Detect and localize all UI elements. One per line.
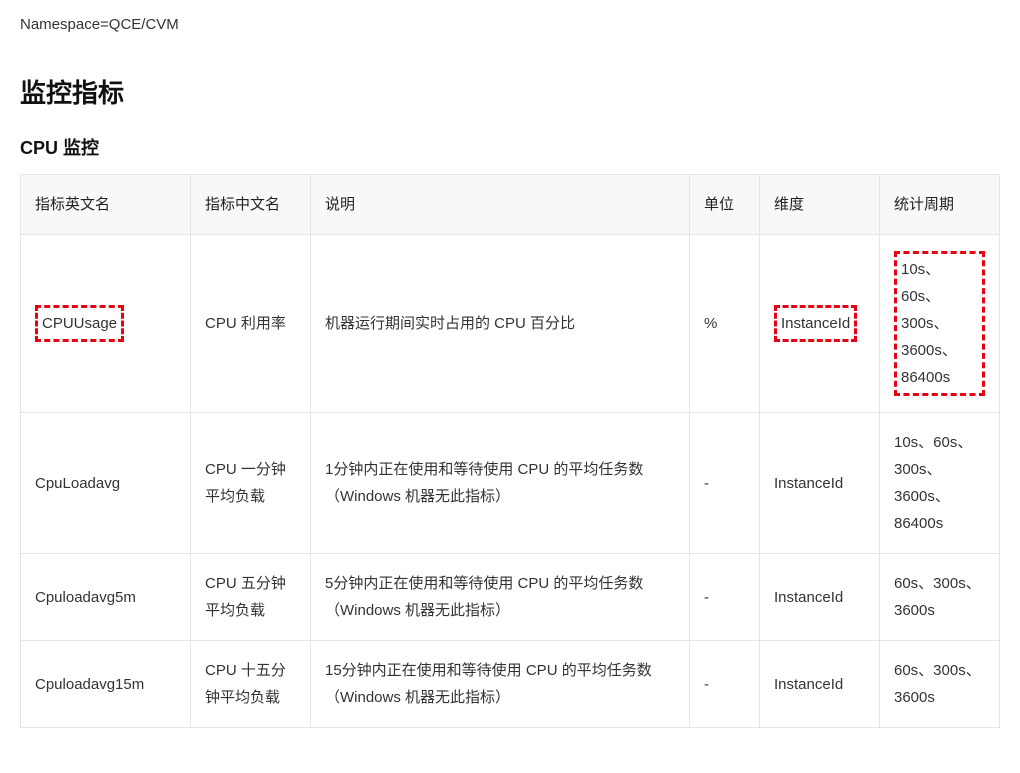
cell-en: CPUUsage <box>21 235 191 413</box>
cell-cn: CPU 一分钟平均负载 <box>191 413 311 554</box>
metrics-table: 指标英文名 指标中文名 说明 单位 维度 统计周期 CPUUsage CPU 利用… <box>20 174 1000 728</box>
th-dim: 维度 <box>760 175 880 235</box>
cell-en: Cpuloadavg5m <box>21 554 191 641</box>
subsection-title: CPU 监控 <box>20 134 1000 160</box>
table-row: CPUUsage CPU 利用率机器运行期间实时占用的 CPU 百分比% Insta… <box>21 235 1000 413</box>
cell-dim: InstanceId <box>760 641 880 728</box>
th-desc: 说明 <box>311 175 690 235</box>
cell-period-highlight: 10s、60s、300s、3600s、86400s <box>894 251 985 396</box>
cell-en: CpuLoadavg <box>21 413 191 554</box>
table-header-row: 指标英文名 指标中文名 说明 单位 维度 统计周期 <box>21 175 1000 235</box>
cell-unit: % <box>690 235 760 413</box>
cell-dim: InstanceId <box>760 235 880 413</box>
cell-en-highlight: CPUUsage <box>35 305 124 342</box>
th-unit: 单位 <box>690 175 760 235</box>
cell-dim: InstanceId <box>760 413 880 554</box>
cell-unit: - <box>690 413 760 554</box>
cell-unit: - <box>690 641 760 728</box>
cell-dim-highlight: InstanceId <box>774 305 857 342</box>
th-period: 统计周期 <box>880 175 1000 235</box>
cell-period: 10s、60s、300s、3600s、86400s <box>880 413 1000 554</box>
cell-unit: - <box>690 554 760 641</box>
cell-period: 10s、60s、300s、3600s、86400s <box>880 235 1000 413</box>
cell-desc: 15分钟内正在使用和等待使用 CPU 的平均任务数（Windows 机器无此指标… <box>311 641 690 728</box>
cell-period: 60s、300s、3600s <box>880 554 1000 641</box>
cell-cn: CPU 十五分钟平均负载 <box>191 641 311 728</box>
cell-period: 60s、300s、3600s <box>880 641 1000 728</box>
section-title: 监控指标 <box>20 73 1000 110</box>
th-cn: 指标中文名 <box>191 175 311 235</box>
cell-dim: InstanceId <box>760 554 880 641</box>
cell-desc: 1分钟内正在使用和等待使用 CPU 的平均任务数（Windows 机器无此指标） <box>311 413 690 554</box>
table-row: Cpuloadavg15mCPU 十五分钟平均负载15分钟内正在使用和等待使用 … <box>21 641 1000 728</box>
cell-en: Cpuloadavg15m <box>21 641 191 728</box>
cell-desc: 5分钟内正在使用和等待使用 CPU 的平均任务数（Windows 机器无此指标） <box>311 554 690 641</box>
table-row: Cpuloadavg5mCPU 五分钟平均负载5分钟内正在使用和等待使用 CPU… <box>21 554 1000 641</box>
namespace-line: Namespace=QCE/CVM <box>20 16 1000 33</box>
cell-cn: CPU 五分钟平均负载 <box>191 554 311 641</box>
table-row: CpuLoadavgCPU 一分钟平均负载1分钟内正在使用和等待使用 CPU 的… <box>21 413 1000 554</box>
th-en: 指标英文名 <box>21 175 191 235</box>
cell-cn: CPU 利用率 <box>191 235 311 413</box>
cell-desc: 机器运行期间实时占用的 CPU 百分比 <box>311 235 690 413</box>
